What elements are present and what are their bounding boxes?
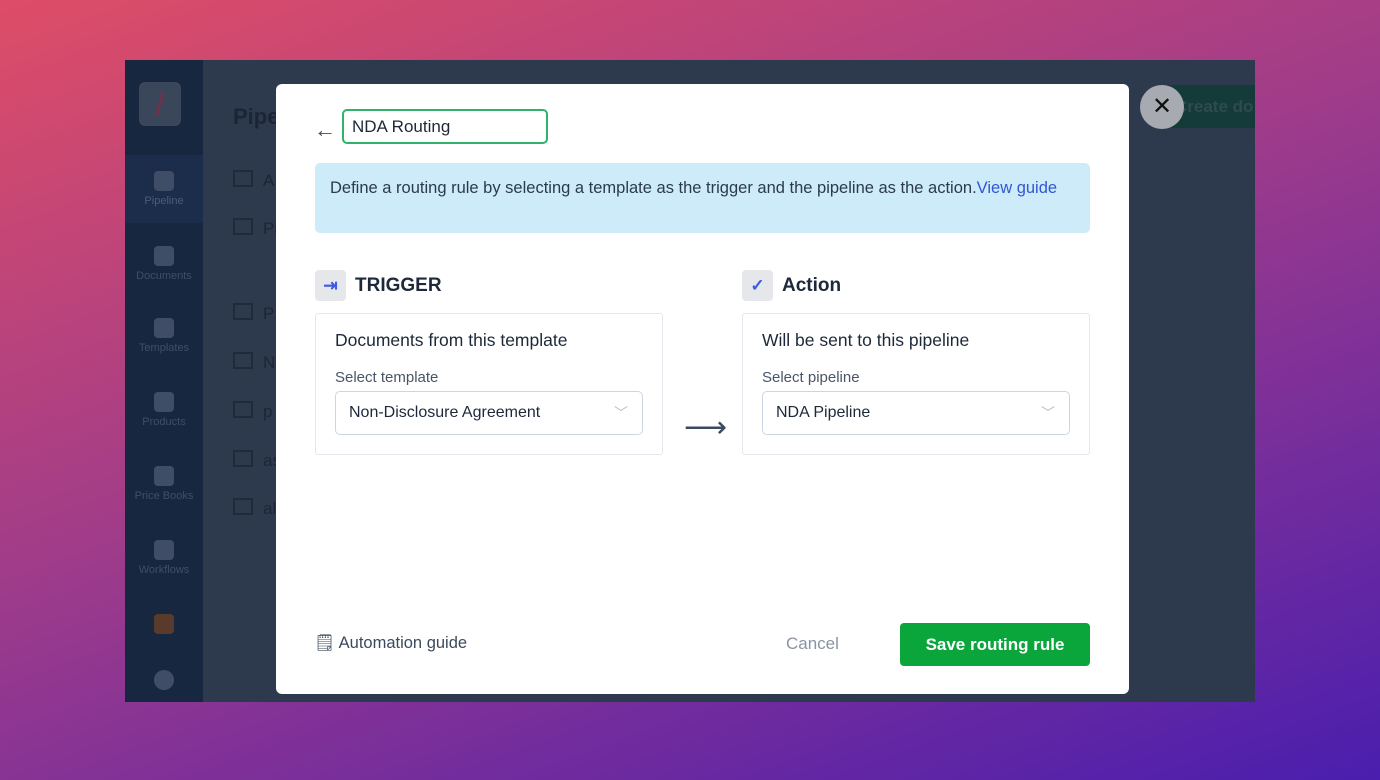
sidebar-item-templates[interactable]: Templates (125, 318, 203, 354)
trigger-card: Documents from this template Select temp… (315, 313, 663, 455)
add-user-icon[interactable] (125, 670, 203, 694)
select-value: NDA Pipeline (776, 404, 871, 421)
chevron-down-icon: ﹀ (1041, 405, 1055, 421)
bg-row: Pi (233, 218, 278, 239)
automation-guide-link[interactable]: 🗒 Automation guide (314, 634, 467, 653)
select-value: Non-Disclosure Agreement (349, 404, 541, 421)
bg-row: p (233, 401, 272, 422)
sidebar-label: Pipeline (144, 195, 184, 207)
sidebar-item-products[interactable]: Products (125, 392, 203, 428)
arrow-left-icon[interactable]: ← (314, 117, 336, 143)
sidebar-label: Products (142, 416, 186, 428)
sidebar-item-workflows[interactable]: Workflows (125, 540, 203, 576)
sidebar-label: Workflows (138, 564, 190, 576)
sidebar-item-price-books[interactable]: Price Books (125, 466, 203, 502)
trigger-heading: ⇥ TRIGGER (315, 270, 442, 301)
template-icon (154, 318, 174, 338)
folder-icon (154, 246, 174, 266)
arrow-right-icon: ⟶ (684, 411, 728, 444)
info-banner: Define a routing rule by selecting a tem… (315, 163, 1090, 233)
gift-icon[interactable] (125, 614, 203, 638)
action-card: Will be sent to this pipeline Select pip… (742, 313, 1090, 455)
bg-row: A (233, 170, 274, 191)
field-label: Select pipeline (762, 369, 860, 386)
rule-name-input[interactable] (342, 109, 548, 144)
heading-text: TRIGGER (355, 274, 442, 296)
heading-text: Action (782, 274, 842, 296)
save-routing-rule-button[interactable]: Save routing rule (900, 623, 1090, 666)
chevron-down-icon: ﹀ (614, 405, 628, 421)
bg-row: al (233, 498, 276, 519)
action-heading: ✓ Action (742, 270, 841, 301)
book-icon (154, 466, 174, 486)
sidebar-item-documents[interactable]: Documents (125, 246, 203, 282)
page-title: Pipe (233, 104, 280, 129)
template-select[interactable]: Non-Disclosure Agreement ﹀ (335, 391, 643, 435)
sidebar-label: Price Books (134, 490, 194, 502)
pipeline-icon (154, 171, 174, 191)
trigger-icon: ⇥ (315, 270, 346, 301)
pipeline-select[interactable]: NDA Pipeline ﹀ (762, 391, 1070, 435)
app-logo: / (139, 82, 181, 126)
sidebar: / Pipeline Documents Templates Products … (125, 60, 203, 702)
sidebar-item-pipeline[interactable]: Pipeline (125, 155, 203, 223)
cancel-button[interactable]: Cancel (786, 634, 839, 654)
bg-row: P (233, 303, 274, 324)
book-icon: 🗒 (314, 634, 335, 652)
view-guide-link[interactable]: View guide (977, 179, 1057, 197)
workflow-icon (154, 540, 174, 560)
check-icon: ✓ (742, 270, 773, 301)
close-icon[interactable]: ✕ (1140, 85, 1184, 129)
info-text: Define a routing rule by selecting a tem… (330, 179, 977, 197)
bg-row: as (233, 450, 281, 471)
sidebar-label: Templates (138, 342, 190, 354)
sidebar-label: Documents (136, 270, 192, 282)
card-title: Will be sent to this pipeline (762, 330, 970, 350)
guide-label: Automation guide (338, 634, 468, 652)
card-title: Documents from this template (335, 330, 568, 350)
routing-rule-modal: ← Define a routing rule by selecting a t… (276, 84, 1129, 694)
field-label: Select template (335, 369, 439, 386)
grid-icon (154, 392, 174, 412)
bg-row: N (233, 352, 275, 373)
